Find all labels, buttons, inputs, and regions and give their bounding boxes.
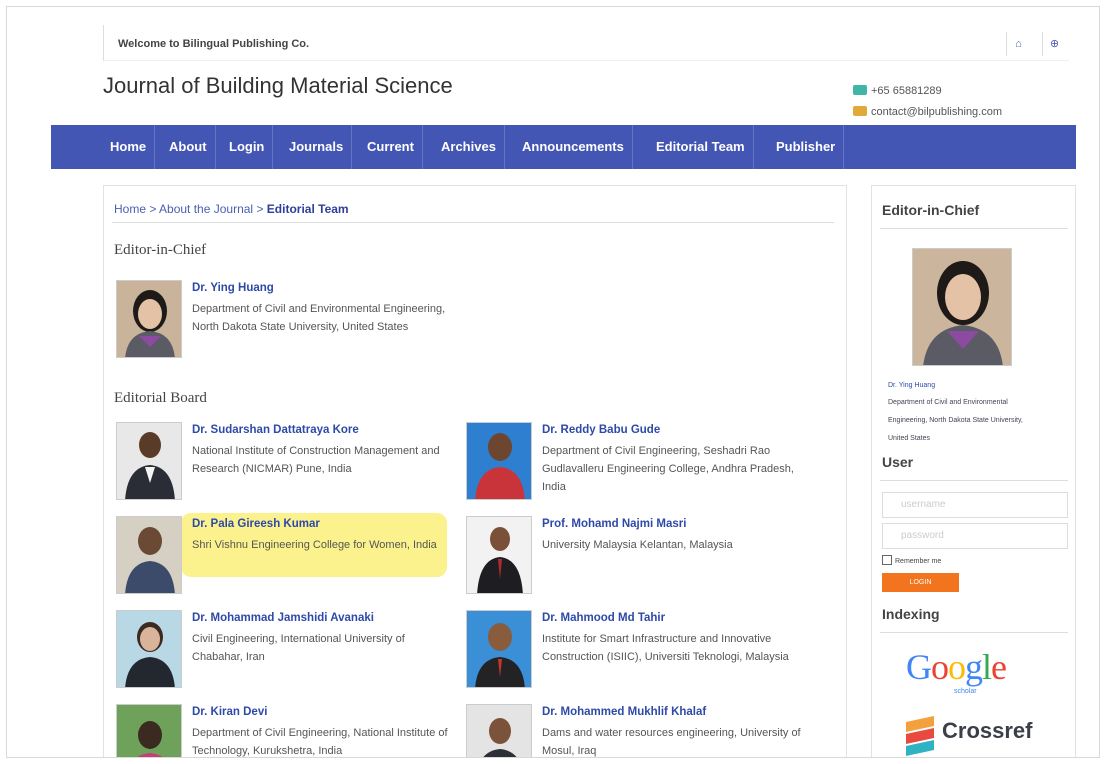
person-name[interactable]: Dr. Reddy Babu Gude [542,424,660,436]
main-content: Home > About the Journal > Editorial Tea… [103,185,847,757]
avatar [116,704,182,757]
sidebar-chief-affiliation: Department of Civil and Environmental [888,399,1008,406]
home-icon[interactable]: ⌂ [1006,32,1030,56]
person-affiliation: National Institute of Construction Manag… [192,445,440,475]
nav-editorial-team[interactable]: Editorial Team [648,125,754,169]
avatar [116,610,182,688]
google-scholar-logo[interactable]: Google [906,646,1007,688]
phone-icon [853,85,867,95]
email-text[interactable]: contact@bilpublishing.com [871,106,1002,118]
remember-label: Remember me [895,558,942,565]
nav-about[interactable]: About [161,125,216,169]
site-title[interactable]: Journal of Building Material Science [103,73,453,99]
username-input[interactable]: username [882,492,1068,518]
person-affiliation: Department of Civil Engineering, Nationa… [192,727,448,757]
contact-email: contact@bilpublishing.com [853,106,1002,118]
sidebar-title-chief: Editor-in-Chief [882,202,980,218]
chief-photo [912,248,1012,366]
person-affiliation: Department of Civil Engineering, Seshadr… [542,445,794,493]
person-name[interactable]: Dr. Ying Huang [192,282,274,294]
remember-checkbox[interactable] [882,555,892,565]
globe-icon[interactable]: ⊕ [1042,32,1066,56]
phone-text: +65 65881289 [871,85,942,97]
sidebar-chief-affiliation: Engineering, North Dakota State Universi… [888,417,1023,424]
divider [880,228,1068,229]
logo-letter: g [965,647,983,687]
breadcrumb-separator: > [146,202,160,216]
person-name[interactable]: Dr. Mahmood Md Tahir [542,612,665,624]
breadcrumb-home[interactable]: Home [114,202,146,216]
section-title-board: Editorial Board [114,390,207,406]
person-affiliation: Shri Vishnu Engineering College for Wome… [192,539,437,551]
logo-letter: o [948,647,966,687]
logo-letter: G [906,647,932,687]
divider [112,222,834,223]
nav-current[interactable]: Current [359,125,423,169]
mail-icon [853,106,867,116]
crossref-text: Crossref [942,718,1033,743]
nav-journals[interactable]: Journals [281,125,353,169]
avatar [116,280,182,358]
breadcrumb-about[interactable]: About the Journal [159,202,253,216]
browser-page: Welcome to Bilingual Publishing Co. ⌂ ⊕ … [6,6,1100,758]
section-title-chief: Editor-in-Chief [114,242,207,258]
contact-phone: +65 65881289 [853,85,942,97]
avatar [466,516,532,594]
avatar [116,516,182,594]
crossref-icon [906,716,934,756]
person-affiliation: University Malaysia Kelantan, Malaysia [542,539,733,551]
avatar [116,422,182,500]
remember-me[interactable]: Remember me [882,555,941,565]
nav-publisher[interactable]: Publisher [768,125,845,169]
breadcrumb-separator: > [253,202,267,216]
person-name[interactable]: Dr. Kiran Devi [192,706,267,718]
nav-announcements[interactable]: Announcements [514,125,633,169]
person-name[interactable]: Dr. Mohammed Mukhlif Khalaf [542,706,706,718]
main-nav: Home About Login Journals Current Archiv… [51,125,1076,169]
crossref-logo[interactable]: Crossref [904,716,1032,757]
person-affiliation: Institute for Smart Infrastructure and I… [542,633,789,663]
person-affiliation: Department of Civil and Environmental En… [192,303,446,333]
top-bar: Welcome to Bilingual Publishing Co. ⌂ ⊕ [103,25,1069,61]
password-input[interactable]: password [882,523,1068,549]
scholar-label: scholar [954,688,977,695]
person-name[interactable]: Dr. Mohammad Jamshidi Avanaki [192,612,374,624]
sidebar-title-indexing: Indexing [882,606,940,622]
nav-archives[interactable]: Archives [433,125,505,169]
avatar [466,422,532,500]
nav-home[interactable]: Home [102,125,156,169]
sidebar-chief-name[interactable]: Dr. Ying Huang [888,382,935,389]
person-affiliation: Dams and water resources engineering, Un… [542,727,801,757]
person-name[interactable]: Dr. Pala Gireesh Kumar [192,518,320,530]
divider [880,632,1068,633]
logo-letter: l [982,647,992,687]
sidebar-title-user: User [882,454,914,470]
person-name[interactable]: Prof. Mohamd Najmi Masri [542,518,686,530]
welcome-text: Welcome to Bilingual Publishing Co. [118,38,310,50]
divider [880,480,1068,481]
avatar [466,704,532,757]
breadcrumb: Home > About the Journal > Editorial Tea… [114,202,349,216]
avatar [466,610,532,688]
sidebar: Editor-in-Chief Dr. Ying Huang Departmen… [871,185,1076,757]
sidebar-chief-affiliation: United States [888,435,931,442]
login-button[interactable]: LOGIN [882,573,959,592]
logo-letter: o [931,647,949,687]
breadcrumb-current: Editorial Team [266,202,349,216]
person-name[interactable]: Dr. Sudarshan Dattatraya Kore [192,424,359,436]
logo-letter: e [991,647,1007,687]
nav-login[interactable]: Login [221,125,274,169]
person-affiliation: Civil Engineering, International Univers… [192,633,405,663]
